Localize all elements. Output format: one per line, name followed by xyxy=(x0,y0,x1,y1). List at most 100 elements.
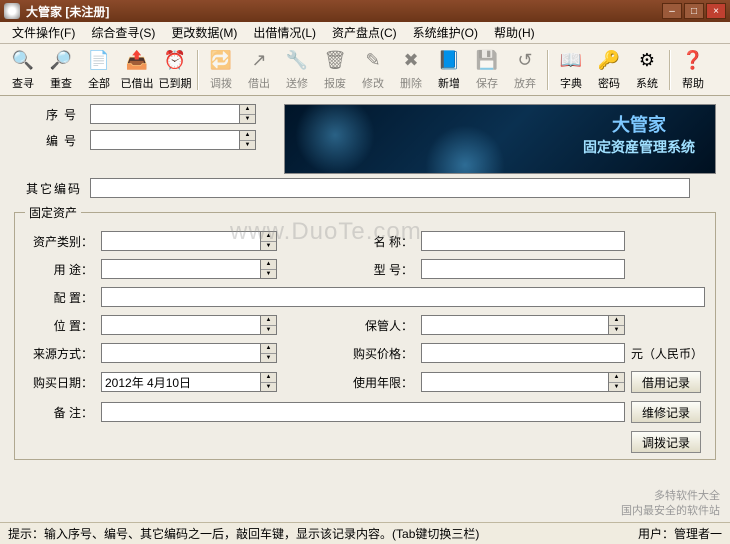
addnew-label: 新增 xyxy=(438,75,460,91)
modify-label: 修改 xyxy=(362,75,384,91)
system-icon: ⚙ xyxy=(635,49,659,73)
banner-subtitle: 固定资産管理系统 xyxy=(583,138,695,158)
due-label: 已到期 xyxy=(159,75,192,91)
close-button[interactable]: × xyxy=(706,3,726,19)
discard-label: 放弃 xyxy=(514,75,536,91)
content-area: 序号 ▲▼ 编号 ▲▼ 大管家 固定资産管理系统 xyxy=(0,96,730,468)
search-icon: 🔍 xyxy=(11,49,35,73)
toolbar: 🔍查寻🔎重查📄全部📤已借出⏰已到期🔁调拨↗借出🔧送修🗑报废✎修改✖删除📘新增💾保… xyxy=(0,44,730,96)
name-label: 名 称： xyxy=(351,233,421,250)
all-icon: 📄 xyxy=(87,49,111,73)
borrow-record-button[interactable]: 借用记录 xyxy=(631,371,701,393)
other-code-input[interactable] xyxy=(90,178,690,198)
tool-addnew[interactable]: 📘新增 xyxy=(430,46,468,94)
tool-lent[interactable]: 📤已借出 xyxy=(118,46,156,94)
life-label: 使用年限： xyxy=(351,374,421,391)
all-label: 全部 xyxy=(88,75,110,91)
minimize-button[interactable]: – xyxy=(662,3,682,19)
seq-spinner[interactable]: ▲▼ xyxy=(240,104,256,124)
tool-dict[interactable]: 📖字典 xyxy=(552,46,590,94)
buy-date-input[interactable] xyxy=(101,372,261,392)
name-input[interactable] xyxy=(421,231,625,251)
password-icon: 🔑 xyxy=(597,49,621,73)
code-input[interactable] xyxy=(90,130,240,150)
transfer-icon: 🔁 xyxy=(209,49,233,73)
dict-icon: 📖 xyxy=(559,49,583,73)
user-label: 用户： xyxy=(638,525,674,542)
tool-repair: 🔧 送修 xyxy=(278,46,316,94)
app-icon xyxy=(4,3,20,19)
buy-date-spinner[interactable]: ▲▼ xyxy=(261,372,277,392)
hint-text: 输入序号、编号、其它编码之一后，敲回车键，显示该记录内容。(Tab键切换三栏) xyxy=(44,525,479,542)
tool-system[interactable]: ⚙系统 xyxy=(628,46,666,94)
recheck-label: 重查 xyxy=(50,75,72,91)
keeper-label: 保管人： xyxy=(351,317,421,334)
discard-icon: ↺ xyxy=(513,49,537,73)
banner-title: 大管家 xyxy=(583,113,695,138)
source-input[interactable] xyxy=(101,343,261,363)
tool-recheck[interactable]: 🔎 重查 xyxy=(42,46,80,94)
remark-label: 备 注： xyxy=(25,404,101,421)
use-spinner[interactable]: ▲▼ xyxy=(261,259,277,279)
asset-groupbox: 固定资产 资产类别： ▲▼ 名 称： 用 途： ▲▼ 型 号： 配 置： 位 置… xyxy=(14,204,716,460)
price-label: 购买价格： xyxy=(351,345,421,362)
other-code-label: 其它编码 xyxy=(14,180,90,197)
statusbar: 提示： 输入序号、编号、其它编码之一后，敲回车键，显示该记录内容。(Tab键切换… xyxy=(0,522,730,544)
category-spinner[interactable]: ▲▼ xyxy=(261,231,277,251)
source-label: 来源方式： xyxy=(25,345,101,362)
recheck-icon: 🔎 xyxy=(49,49,73,73)
use-label: 用 途： xyxy=(25,261,101,278)
delete-icon: ✖ xyxy=(399,49,423,73)
menu-search[interactable]: 综合查寻(S) xyxy=(83,22,163,43)
transfer-record-button[interactable]: 调拨记录 xyxy=(631,431,701,453)
save-icon: 💾 xyxy=(475,49,499,73)
search-label: 查寻 xyxy=(12,75,34,91)
transfer-label: 调拨 xyxy=(210,75,232,91)
code-label: 编号 xyxy=(14,132,90,149)
location-input[interactable] xyxy=(101,315,261,335)
location-spinner[interactable]: ▲▼ xyxy=(261,315,277,335)
toolbar-separator xyxy=(197,50,199,90)
tool-modify: ✎修改 xyxy=(354,46,392,94)
menu-inventory[interactable]: 资产盘点(C) xyxy=(324,22,405,43)
menu-modify[interactable]: 更改数据(M) xyxy=(163,22,245,43)
tool-all[interactable]: 📄 全部 xyxy=(80,46,118,94)
tool-password[interactable]: 🔑密码 xyxy=(590,46,628,94)
tool-help[interactable]: ❓帮助 xyxy=(674,46,712,94)
repair-label: 送修 xyxy=(286,75,308,91)
category-input[interactable] xyxy=(101,231,261,251)
price-input[interactable] xyxy=(421,343,625,363)
tool-transfer: 🔁 调拨 xyxy=(202,46,240,94)
menu-help[interactable]: 帮助(H) xyxy=(486,22,543,43)
remark-input[interactable] xyxy=(101,402,625,422)
location-label: 位 置： xyxy=(25,317,101,334)
menu-file[interactable]: 文件操作(F) xyxy=(4,22,83,43)
life-spinner[interactable]: ▲▼ xyxy=(609,372,625,392)
tool-due[interactable]: ⏰ 已到期 xyxy=(156,46,194,94)
maximize-button[interactable]: □ xyxy=(684,3,704,19)
menu-lend[interactable]: 出借情况(L) xyxy=(245,22,324,43)
model-label: 型 号： xyxy=(351,261,421,278)
config-input[interactable] xyxy=(101,287,705,307)
source-spinner[interactable]: ▲▼ xyxy=(261,343,277,363)
life-input[interactable] xyxy=(421,372,609,392)
category-label: 资产类别： xyxy=(25,233,101,250)
due-icon: ⏰ xyxy=(163,49,187,73)
user-value: 管理者一 xyxy=(674,525,722,542)
menu-system[interactable]: 系统维护(O) xyxy=(405,22,486,43)
groupbox-legend: 固定资产 xyxy=(25,204,81,221)
keeper-spinner[interactable]: ▲▼ xyxy=(609,315,625,335)
tool-delete: ✖删除 xyxy=(392,46,430,94)
repair-icon: 🔧 xyxy=(285,49,309,73)
toolbar-separator xyxy=(669,50,671,90)
buy-date-label: 购买日期： xyxy=(25,374,101,391)
model-input[interactable] xyxy=(421,259,625,279)
use-input[interactable] xyxy=(101,259,261,279)
scrap-icon: 🗑 xyxy=(323,49,347,73)
keeper-input[interactable] xyxy=(421,315,609,335)
repair-record-button[interactable]: 维修记录 xyxy=(631,401,701,423)
tool-lend: ↗借出 xyxy=(240,46,278,94)
seq-input[interactable] xyxy=(90,104,240,124)
tool-search[interactable]: 🔍 查寻 xyxy=(4,46,42,94)
code-spinner[interactable]: ▲▼ xyxy=(240,130,256,150)
